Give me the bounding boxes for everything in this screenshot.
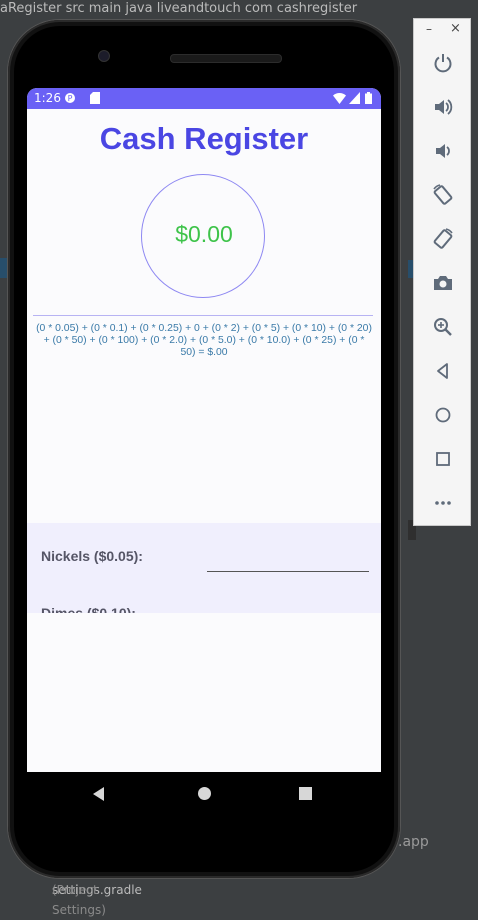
rotate-right-button[interactable] xyxy=(429,225,457,253)
overview-icon xyxy=(436,452,450,466)
calculation-formula: (0 * 0.05) + (0 * 0.1) + (0 * 0.25) + 0 … xyxy=(36,323,372,357)
nav-recents-icon[interactable] xyxy=(299,787,312,800)
back-icon xyxy=(437,363,448,379)
volume-up-button[interactable] xyxy=(429,93,457,121)
page-title: Cash Register xyxy=(99,121,309,156)
wifi-icon xyxy=(333,93,346,104)
front-camera xyxy=(98,50,110,62)
more-button[interactable] xyxy=(429,489,457,517)
zoom-icon xyxy=(434,318,452,336)
close-button[interactable]: × xyxy=(450,21,461,36)
signal-icon xyxy=(349,92,360,104)
volume-down-icon xyxy=(436,144,450,158)
status-bar: 1:26 P xyxy=(27,88,381,109)
zoom-button[interactable] xyxy=(429,313,457,341)
battery-icon xyxy=(365,92,372,104)
dimes-label: Dimes ($0.10): xyxy=(41,605,136,613)
overview-button[interactable] xyxy=(429,445,457,473)
rotate-left-button[interactable] xyxy=(429,181,457,209)
gradle-file-note: (Project Settings) xyxy=(52,883,106,917)
home-icon xyxy=(435,407,451,423)
emulator-toolbar-header: – × xyxy=(414,19,472,45)
notification-icon: P xyxy=(65,93,75,103)
status-time: 1:26 xyxy=(34,91,61,105)
emulator-toolbar: – × xyxy=(413,18,471,526)
total-amount: $0.00 xyxy=(175,221,233,247)
divider xyxy=(33,315,373,316)
camera-icon xyxy=(434,276,452,290)
earpiece-speaker xyxy=(170,54,282,63)
nav-back-icon[interactable] xyxy=(93,787,104,801)
android-navigation-bar xyxy=(27,772,381,816)
device-screen: 1:26 P Cash Register $0.00 (0 * 0.05) + … xyxy=(27,88,381,772)
screenshot-button[interactable] xyxy=(429,269,457,297)
power-icon xyxy=(434,54,452,73)
ide-gutter-marker xyxy=(0,258,8,278)
more-icon xyxy=(435,501,451,505)
nav-home-icon[interactable] xyxy=(198,787,211,800)
coin-input-panel[interactable]: Nickels ($0.05): Dimes ($0.10): xyxy=(27,523,381,613)
power-button[interactable] xyxy=(429,49,457,77)
total-display: $0.00 xyxy=(141,174,265,298)
sd-card-icon xyxy=(90,92,100,104)
ide-file-suffix: .app xyxy=(398,834,429,850)
minimize-button[interactable]: – xyxy=(426,22,432,36)
svg-text:P: P xyxy=(68,94,73,103)
rotate-right-icon xyxy=(433,228,453,249)
home-button[interactable] xyxy=(429,401,457,429)
nickels-label: Nickels ($0.05): xyxy=(41,548,143,564)
back-button[interactable] xyxy=(429,357,457,385)
volume-up-icon xyxy=(435,99,453,115)
nickels-input[interactable] xyxy=(207,555,369,572)
rotate-left-icon xyxy=(433,184,453,205)
volume-down-button[interactable] xyxy=(429,137,457,165)
